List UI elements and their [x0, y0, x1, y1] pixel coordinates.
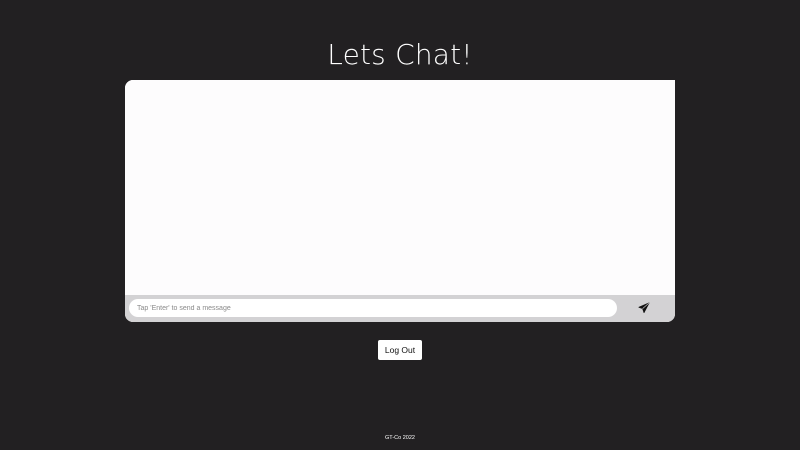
- message-list[interactable]: [125, 80, 675, 296]
- page-title: Lets Chat!: [327, 38, 473, 71]
- paper-plane-icon: [638, 301, 650, 317]
- chat-page: Lets Chat! Log Out GT-Co 2022: [0, 0, 800, 450]
- send-button[interactable]: [633, 299, 655, 319]
- footer-copyright: GT-Co 2022: [385, 435, 415, 441]
- chat-box: [125, 80, 675, 322]
- message-input-bar: [125, 295, 675, 322]
- message-input[interactable]: [129, 299, 617, 317]
- logout-button[interactable]: Log Out: [378, 340, 422, 360]
